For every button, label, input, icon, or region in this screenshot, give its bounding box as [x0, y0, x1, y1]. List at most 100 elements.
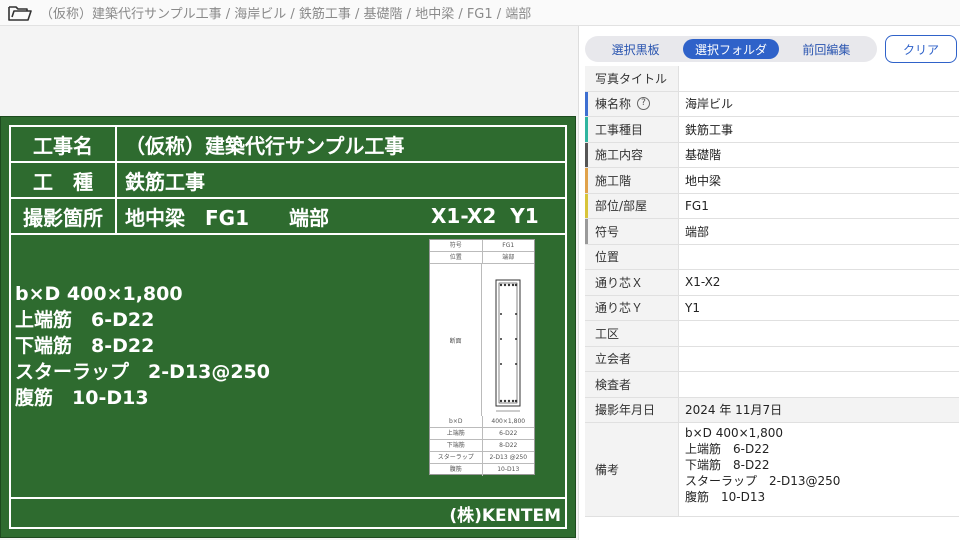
property-row[interactable]: 立会者 — [585, 346, 959, 372]
board-value: 地中梁 FG1 端部 — [125, 205, 329, 230]
property-label-text: 施工内容 — [595, 148, 644, 163]
sheet-row: スターラップ 2-D13 @250 — [430, 452, 534, 464]
beam-section-drawing — [495, 279, 521, 412]
property-row[interactable]: 通り芯Ｘ X1-X2 — [585, 270, 959, 296]
property-row[interactable]: 符号 端部 — [585, 219, 959, 245]
property-label-text: 検査者 — [595, 377, 632, 392]
property-label: 写真タイトル — [585, 66, 679, 91]
property-label: 通り芯Ｘ — [585, 270, 679, 295]
clear-button[interactable]: クリア — [885, 35, 957, 63]
tab-selected-board[interactable]: 選択黒板 — [588, 39, 683, 59]
property-label-text: 写真タイトル — [595, 71, 668, 86]
property-label: 工区 — [585, 321, 679, 346]
property-label-text: 立会者 — [595, 352, 632, 367]
property-label: 棟名称? — [585, 91, 679, 116]
property-row[interactable]: 工区 — [585, 321, 959, 347]
board-brand: (株)KENTEM — [11, 497, 565, 527]
breadcrumb: （仮称）建築代行サンプル工事 / 海岸ビル / 鉄筋工事 / 基礎階 / 地中梁… — [40, 7, 532, 22]
property-value[interactable] — [679, 66, 959, 91]
board-row-project: 工事名 （仮称）建築代行サンプル工事 — [11, 127, 565, 163]
property-value[interactable] — [679, 372, 959, 397]
property-row[interactable]: 位置 — [585, 244, 959, 270]
property-label: 施工階 — [585, 168, 679, 193]
property-label-text: 通り芯Ｘ — [595, 275, 644, 290]
property-label: 工事種目 — [585, 117, 679, 142]
sheet-row: b×D 400×1,800 — [430, 416, 534, 428]
property-label: 撮影年月日 — [585, 397, 679, 422]
folder-icon[interactable] — [8, 4, 32, 22]
property-value[interactable]: 地中梁 — [679, 168, 959, 193]
property-row[interactable]: 撮影年月日 2024 年 11月7日 — [585, 397, 959, 423]
tab-selected-folder[interactable]: 選択フォルダ — [683, 39, 779, 59]
board-label: 工事名 — [11, 127, 117, 161]
category-color-bar — [585, 142, 588, 167]
board-row-work-type: 工 種 鉄筋工事 — [11, 163, 565, 199]
property-label: 部位/部屋 — [585, 193, 679, 218]
property-row[interactable]: 部位/部屋 FG1 — [585, 193, 959, 219]
property-value[interactable] — [679, 321, 959, 346]
properties-panel: 選択黒板 選択フォルダ 前回編集 クリア 写真タイトル 棟名称? 海岸ビル 工事種目鉄… — [578, 26, 960, 540]
board-label: 撮影箇所 — [11, 199, 117, 233]
blackboard[interactable]: 工事名 （仮称）建築代行サンプル工事 工 種 鉄筋工事 撮影箇所 地中梁 FG1… — [0, 116, 576, 538]
category-color-bar — [585, 168, 588, 193]
sheet-section-label: 断面 — [430, 264, 482, 416]
property-row[interactable]: 施工階 地中梁 — [585, 168, 959, 194]
board-value: （仮称）建築代行サンプル工事 — [125, 133, 405, 158]
property-label-text: 棟名称 — [595, 97, 632, 112]
property-value[interactable]: 基礎階 — [679, 143, 959, 168]
board-notes: b×D 400×1,800 上端筋 6-D22 下端筋 8-D22 スターラップ… — [15, 283, 270, 409]
property-row-remarks[interactable]: 備考 b×D 400×1,800 上端筋 6-D22 下端筋 8-D22 スターラ… — [585, 423, 959, 517]
help-icon[interactable]: ? — [637, 97, 651, 111]
board-label: 工 種 — [11, 163, 117, 197]
board-value: 鉄筋工事 — [125, 169, 205, 194]
property-row[interactable]: 棟名称? 海岸ビル — [585, 91, 959, 117]
sheet-row: 位置 端部 — [430, 252, 534, 264]
property-label-text: 施工階 — [595, 173, 632, 188]
property-label-text: 部位/部屋 — [595, 199, 648, 214]
property-value[interactable]: X1-X2 — [679, 270, 959, 295]
category-color-bar — [585, 117, 588, 142]
property-value[interactable]: Y1 — [679, 296, 959, 321]
property-row[interactable]: 工事種目 鉄筋工事 — [585, 117, 959, 143]
property-label: 通り芯Ｙ — [585, 295, 679, 320]
property-label: 備考 — [585, 423, 679, 516]
property-label: 施工内容 — [585, 142, 679, 167]
property-label-text: 工事種目 — [595, 122, 644, 137]
category-color-bar — [585, 91, 588, 116]
property-label: 符号 — [585, 219, 679, 244]
property-value[interactable] — [679, 347, 959, 372]
source-tabs: 選択黒板 選択フォルダ 前回編集 — [585, 36, 877, 62]
property-label-text: 通り芯Ｙ — [595, 301, 644, 316]
blackboard-preview-area: 工事名 （仮称）建築代行サンプル工事 工 種 鉄筋工事 撮影箇所 地中梁 FG1… — [0, 26, 578, 540]
remarks-value[interactable]: b×D 400×1,800 上端筋 6-D22 下端筋 8-D22 スターラップ… — [679, 423, 959, 516]
board-value-grid: X1-X2 Y1 — [431, 204, 539, 228]
property-label: 検査者 — [585, 372, 679, 397]
property-row[interactable]: 施工内容 基礎階 — [585, 142, 959, 168]
sheet-row: 上端筋 6-D22 — [430, 428, 534, 440]
property-label-text: 符号 — [595, 224, 620, 239]
property-label-text: 工区 — [595, 326, 620, 341]
property-value[interactable]: 2024 年 11月7日 — [679, 397, 959, 422]
property-value[interactable]: FG1 — [679, 194, 959, 219]
property-row[interactable]: 通り芯Ｙ Y1 — [585, 295, 959, 321]
property-value[interactable]: 鉄筋工事 — [679, 117, 959, 142]
sheet-row: 腹筋 10-D13 — [430, 464, 534, 476]
section-sheet: 符号 FG1 位置 端部 断面 b×D 400×1,800 上端筋 6-D22 下端筋 8… — [429, 239, 535, 476]
category-color-bar — [585, 193, 588, 218]
property-label: 位置 — [585, 244, 679, 269]
sheet-row: 符号 FG1 — [430, 240, 534, 252]
board-row-location: 撮影箇所 地中梁 FG1 端部 X1-X2 Y1 — [11, 199, 565, 235]
property-value[interactable]: 海岸ビル — [679, 92, 959, 117]
top-bar: （仮称）建築代行サンプル工事 / 海岸ビル / 鉄筋工事 / 基礎階 / 地中梁… — [0, 0, 960, 26]
property-label-text: 位置 — [595, 250, 620, 265]
property-label: 立会者 — [585, 346, 679, 371]
tab-last-edit[interactable]: 前回編集 — [779, 39, 874, 59]
property-label-text: 撮影年月日 — [595, 403, 656, 418]
property-row[interactable]: 写真タイトル — [585, 66, 959, 92]
category-color-bar — [585, 219, 588, 244]
property-table: 写真タイトル 棟名称? 海岸ビル 工事種目 鉄筋工事 施工内容 基礎階 施工階 地中梁 部位/部屋… — [585, 66, 959, 517]
property-value[interactable]: 端部 — [679, 219, 959, 244]
sheet-row: 下端筋 8-D22 — [430, 440, 534, 452]
property-value[interactable] — [679, 245, 959, 270]
property-row[interactable]: 検査者 — [585, 372, 959, 398]
